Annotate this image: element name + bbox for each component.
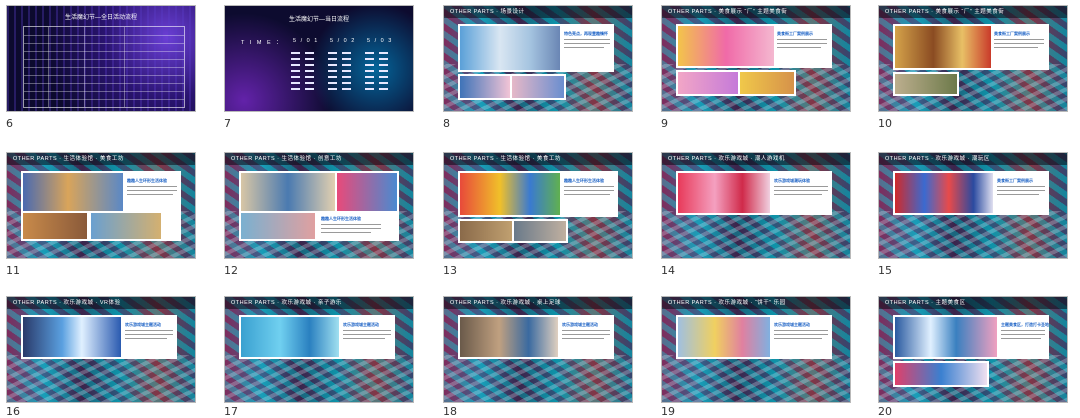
slide-heading: 主题美食区，打造打卡圣地 <box>1001 322 1049 327</box>
date-label: 5 / 0 3 <box>367 38 393 44</box>
slide-thumbnail[interactable]: OTHER PARTS · 欢乐游戏城 · 潮人游戏机 欢乐游戏城潮玩体验 <box>661 152 851 259</box>
slide-header: OTHER PARTS · 美食展示 “厂” 主题美食街 <box>879 6 1067 18</box>
slide-header: OTHER PARTS · 生活体验馆 · 创意工坊 <box>225 153 413 165</box>
slide-number: 14 <box>661 264 675 277</box>
slide-header: OTHER PARTS · 欢乐游戏城 · 桌上足球 <box>444 297 632 309</box>
slide-number: 9 <box>661 117 668 130</box>
slide-title: 生活魔幻节—全日活动流程 <box>64 15 137 21</box>
slide-thumbnail[interactable]: OTHER PARTS · 场景设计 特色亮点，再现童趣情怀 <box>443 5 633 112</box>
slide-number: 11 <box>6 264 20 277</box>
date-label: 5 / 0 2 <box>330 38 356 44</box>
slide-title: 生活魔幻节—当日流程 <box>288 17 349 23</box>
slide-number: 8 <box>443 117 450 130</box>
slide-heading: 美食街工厂案例展示 <box>994 31 1030 36</box>
slide-number: 7 <box>224 117 231 130</box>
schedule-column <box>379 52 391 94</box>
slide-header: OTHER PARTS · 生活体验馆 · 美食工坊 <box>7 153 195 165</box>
slide-heading: 美食街工厂案例展示 <box>997 178 1033 183</box>
slide-heading: 欢乐游戏城主题活动 <box>774 322 810 327</box>
schedule-column <box>365 52 377 94</box>
slide-heading: 趣趣人生环形生活体验 <box>564 178 604 183</box>
slide-thumbnail[interactable]: OTHER PARTS · 欢乐游戏城 · 潮玩区 美食街工厂案例展示 <box>878 152 1068 259</box>
slide-number: 20 <box>878 405 892 418</box>
slide-header: OTHER PARTS · 生活体验馆 · 美食工坊 <box>444 153 632 165</box>
slide-heading: 趣趣人生环形生活体验 <box>127 178 167 183</box>
slide-heading: 欢乐游戏城主题活动 <box>125 322 161 327</box>
slide-thumbnail[interactable]: OTHER PARTS · 主题美食区 主题美食区，打造打卡圣地 <box>878 296 1068 403</box>
slide-thumbnail[interactable]: 生活魔幻节—全日活动流程 <box>6 5 196 112</box>
slide-header: OTHER PARTS · 欢乐游戏城 · 潮人游戏机 <box>662 153 850 165</box>
slide-thumbnail[interactable]: OTHER PARTS · 生活体验馆 · 创意工坊 趣趣人生环形生活体验 <box>224 152 414 259</box>
slide-heading: 特色亮点，再现童趣情怀 <box>564 31 608 36</box>
slide-header: OTHER PARTS · 场景设计 <box>444 6 632 18</box>
slide-heading: 美食街工厂案例展示 <box>777 31 813 36</box>
slide-thumbnail[interactable]: OTHER PARTS · 生活体验馆 · 美食工坊 趣趣人生环形生活体验 <box>6 152 196 259</box>
slide-thumbnail[interactable]: OTHER PARTS · 美食展示 “厂” 主题美食街 美食街工厂案例展示 <box>878 5 1068 112</box>
slide-heading: 欢乐游戏城主题活动 <box>343 322 379 327</box>
slide-thumbnail[interactable]: OTHER PARTS · 欢乐游戏城 · 亲子游乐 欢乐游戏城主题活动 <box>224 296 414 403</box>
slide-thumbnail[interactable]: OTHER PARTS · 欢乐游戏城 · 桌上足球 欢乐游戏城主题活动 <box>443 296 633 403</box>
slide-thumbnail[interactable]: OTHER PARTS · 美食展示 “厂” 主题美食街 美食街工厂案例展示 <box>661 5 851 112</box>
schedule-column <box>291 52 303 94</box>
date-label: 5 / 0 1 <box>293 38 319 44</box>
slide-thumbnail[interactable]: OTHER PARTS · 欢乐游戏城 · VR体验 欢乐游戏城主题活动 <box>6 296 196 403</box>
slide-number: 12 <box>224 264 238 277</box>
time-label: T I M E ： <box>241 40 284 46</box>
slide-header: OTHER PARTS · 美食展示 “厂” 主题美食街 <box>662 6 850 18</box>
slide-number: 17 <box>224 405 238 418</box>
schedule-column <box>328 52 340 94</box>
slide-number: 15 <box>878 264 892 277</box>
slide-header: OTHER PARTS · 欢乐游戏城 · 潮玩区 <box>879 153 1067 165</box>
slide-heading: 欢乐游戏城主题活动 <box>562 322 598 327</box>
slide-thumbnail[interactable]: 生活魔幻节—当日流程 T I M E ： 5 / 0 1 5 / 0 2 5 /… <box>224 5 414 112</box>
slide-number: 10 <box>878 117 892 130</box>
slide-header: OTHER PARTS · 欢乐游戏城 · VR体验 <box>7 297 195 309</box>
slide-header: OTHER PARTS · 欢乐游戏城 · 亲子游乐 <box>225 297 413 309</box>
slide-heading: 欢乐游戏城潮玩体验 <box>774 178 810 183</box>
slide-number: 13 <box>443 264 457 277</box>
slide-header: OTHER PARTS · 主题美食区 <box>879 297 1067 309</box>
slide-header: OTHER PARTS · 欢乐游戏城 · “饼干” 乐园 <box>662 297 850 309</box>
slide-number: 16 <box>6 405 20 418</box>
schedule-table <box>23 26 185 108</box>
slide-thumbnail[interactable]: OTHER PARTS · 欢乐游戏城 · “饼干” 乐园 欢乐游戏城主题活动 <box>661 296 851 403</box>
schedule-column <box>342 52 354 94</box>
slide-thumbnail[interactable]: OTHER PARTS · 生活体验馆 · 美食工坊 趣趣人生环形生活体验 <box>443 152 633 259</box>
slide-heading: 趣趣人生环形生活体验 <box>321 216 361 221</box>
slide-number: 18 <box>443 405 457 418</box>
slide-number: 19 <box>661 405 675 418</box>
slide-number: 6 <box>6 117 13 130</box>
schedule-column <box>305 52 317 94</box>
